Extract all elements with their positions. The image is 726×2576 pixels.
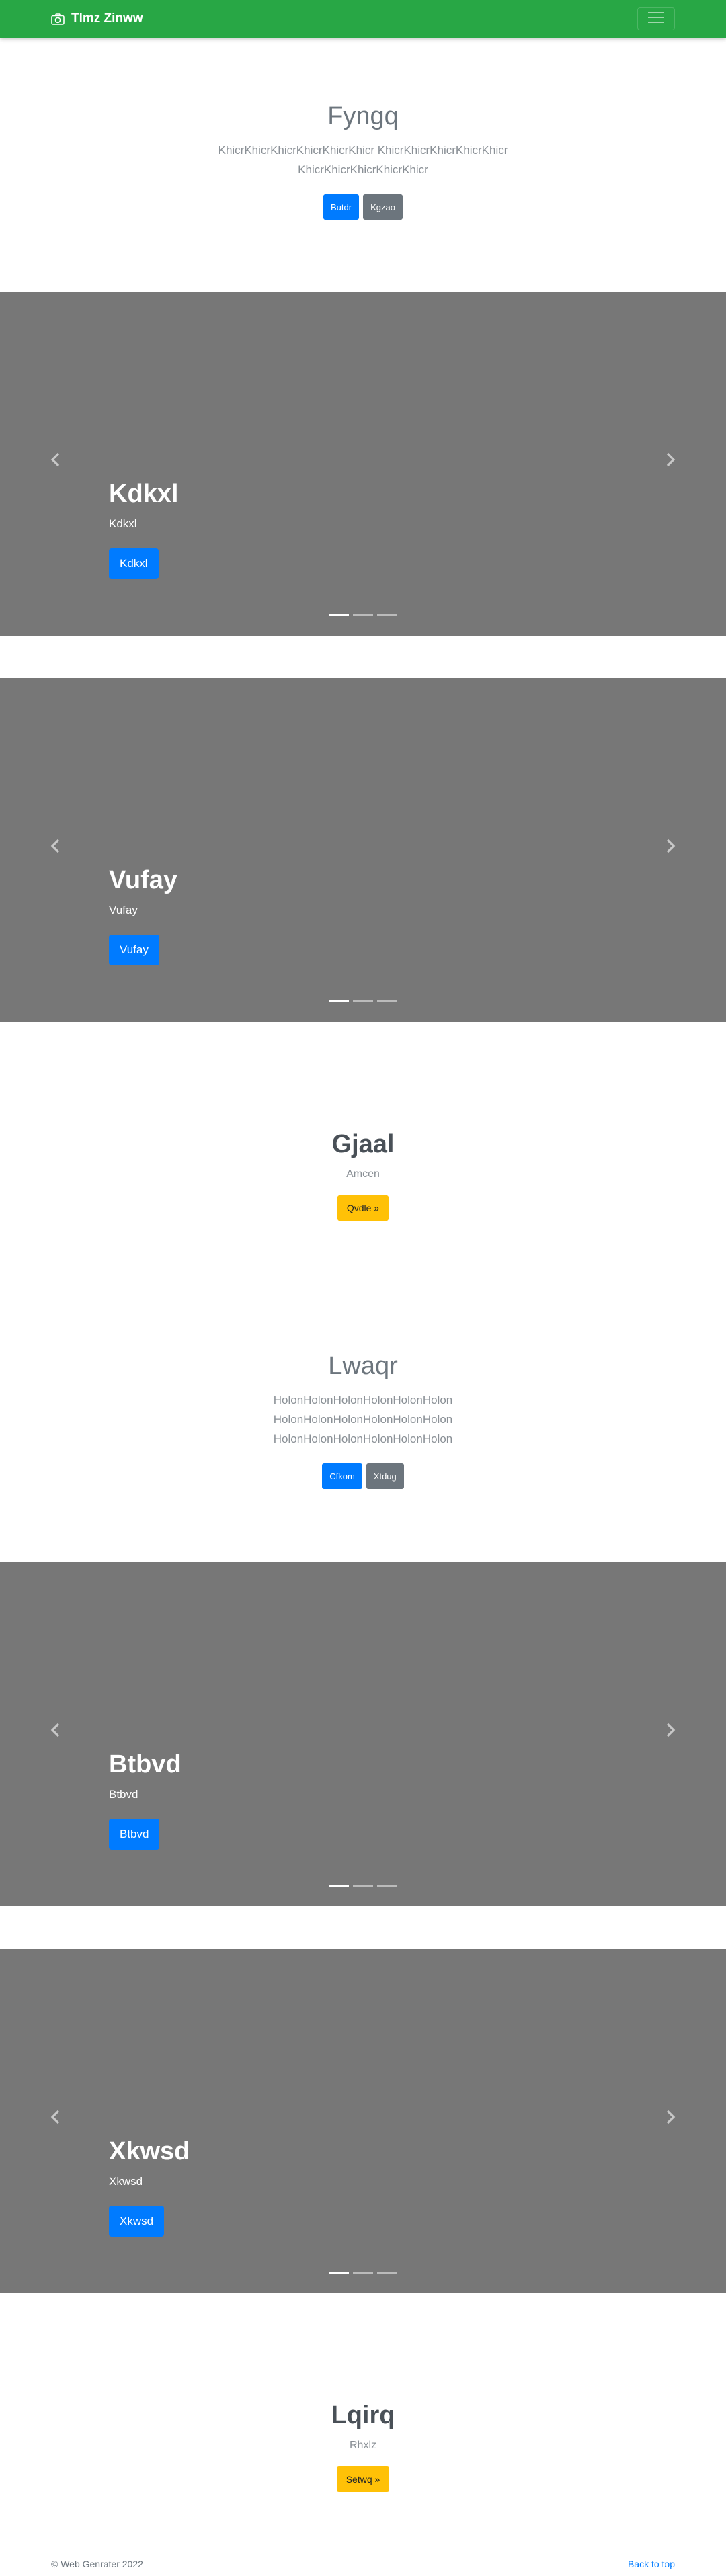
back-to-top-link[interactable]: Back to top [628, 2559, 675, 2569]
chevron-right-icon [664, 452, 676, 470]
footer: © Web Genrater 2022 Back to top [0, 2553, 726, 2576]
carousel-text: Btbvd [109, 1788, 138, 1801]
feature-button[interactable]: Setwq » [336, 2466, 390, 2492]
hero-primary-button[interactable]: Cfkom [322, 1463, 362, 1489]
hero-lead-line: KhicrKhicrKhicrKhicrKhicr [298, 163, 428, 176]
brand-label: Tlmz Zinww [71, 11, 143, 26]
feature-button[interactable]: Qvdle » [337, 1195, 389, 1221]
chevron-right-icon [664, 839, 676, 857]
carousel-cta-button[interactable]: Btbvd [109, 1819, 160, 1850]
carousel-title: Kdkxl [109, 480, 179, 508]
carousel-3: Btbvd Btbvd Btbvd [0, 1562, 726, 1906]
carousel-next-button[interactable] [660, 1718, 680, 1745]
carousel-prev-button[interactable] [46, 447, 66, 474]
carousel-prev-button[interactable] [46, 1718, 66, 1745]
carousel-indicator[interactable] [353, 614, 373, 616]
carousel-indicators [0, 1885, 726, 1887]
feature-text: Rhxlz [349, 2440, 376, 2451]
hero-primary-button[interactable]: Butdr [323, 194, 360, 220]
hero-lead: HolonHolonHolonHolonHolonHolon HolonHolo… [222, 1390, 504, 1449]
footer-copyright: © Web Genrater 2022 [51, 2559, 143, 2569]
hamburger-icon [647, 10, 666, 28]
camera-icon [51, 13, 65, 25]
carousel-title: Vufay [109, 866, 178, 894]
carousel-indicators [0, 614, 726, 616]
carousel-caption: Btbvd Btbvd Btbvd [109, 1749, 182, 1850]
navbar: Tlmz Zinww [0, 0, 726, 38]
feature-text: Amcen [346, 1168, 380, 1180]
carousel-indicator[interactable] [377, 1885, 397, 1887]
carousel-prev-button[interactable] [46, 2105, 66, 2132]
carousel-prev-button[interactable] [46, 834, 66, 861]
hero-title: Lwaqr [328, 1352, 398, 1380]
hero-secondary-button[interactable]: Xtdug [366, 1463, 404, 1489]
hero-lead: KhicrKhicrKhicrKhicrKhicrKhicr KhicrKhic… [188, 140, 538, 179]
carousel-indicator[interactable] [377, 2272, 397, 2274]
carousel-1: Kdkxl Kdkxl Kdkxl [0, 292, 726, 636]
carousel-title: Btbvd [109, 1750, 182, 1778]
carousel-indicators [0, 1000, 726, 1002]
carousel-caption: Xkwsd Xkwsd Xkwsd [109, 2136, 190, 2237]
carousel-indicator[interactable] [353, 2272, 373, 2274]
navbar-brand[interactable]: Tlmz Zinww [51, 0, 143, 38]
chevron-left-icon [50, 452, 62, 470]
carousel-4: Xkwsd Xkwsd Xkwsd [0, 1949, 726, 2293]
carousel-indicator[interactable] [329, 614, 349, 616]
carousel-caption: Vufay Vufay Vufay [109, 865, 177, 965]
hero-buttons: Butdr Kgzao [0, 194, 726, 220]
chevron-right-icon [664, 2110, 676, 2128]
carousel-indicator[interactable] [329, 2272, 349, 2274]
carousel-indicators [0, 2272, 726, 2274]
carousel-next-button[interactable] [660, 2105, 680, 2132]
carousel-text: Xkwsd [109, 2175, 143, 2188]
chevron-left-icon [50, 1723, 62, 1741]
carousel-indicator[interactable] [377, 1000, 397, 1002]
carousel-text: Kdkxl [109, 517, 137, 530]
hero-buttons: Cfkom Xtdug [0, 1463, 726, 1489]
carousel-2: Vufay Vufay Vufay [0, 678, 726, 1022]
hero-lead-line: HolonHolonHolonHolonHolonHolon [273, 1432, 453, 1445]
carousel-caption: Kdkxl Kdkxl Kdkxl [109, 478, 178, 579]
carousel-indicator[interactable] [329, 1000, 349, 1002]
hero-lead-line: HolonHolonHolonHolonHolonHolon [273, 1393, 453, 1406]
feature-section-2: Lqirq Rhxlz Setwq » [0, 2401, 726, 2492]
carousel-text: Vufay [109, 904, 138, 916]
carousel-cta-button[interactable]: Kdkxl [109, 548, 159, 579]
feature-section-1: Gjaal Amcen Qvdle » [0, 1130, 726, 1221]
chevron-left-icon [50, 2110, 62, 2128]
hero-lead-line: KhicrKhicrKhicrKhicrKhicrKhicr KhicrKhic… [218, 144, 508, 157]
carousel-indicator[interactable] [377, 614, 397, 616]
carousel-cta-button[interactable]: Xkwsd [109, 2206, 165, 2237]
feature-title: Gjaal [331, 1130, 395, 1158]
carousel-next-button[interactable] [660, 834, 680, 861]
hero-section-2: Lwaqr HolonHolonHolonHolonHolonHolon Hol… [0, 1352, 726, 1489]
navbar-toggler-button[interactable] [637, 7, 675, 30]
hero-title: Fyngq [327, 102, 399, 130]
carousel-cta-button[interactable]: Vufay [109, 935, 159, 965]
chevron-right-icon [664, 1723, 676, 1741]
feature-title: Lqirq [331, 2401, 395, 2430]
hero-lead-line: HolonHolonHolonHolonHolonHolon [273, 1413, 453, 1426]
carousel-indicator[interactable] [329, 1885, 349, 1887]
carousel-indicator[interactable] [353, 1885, 373, 1887]
hero-section-1: Fyngq KhicrKhicrKhicrKhicrKhicrKhicr Khi… [0, 102, 726, 220]
carousel-next-button[interactable] [660, 447, 680, 474]
carousel-indicator[interactable] [353, 1000, 373, 1002]
hero-secondary-button[interactable]: Kgzao [363, 194, 403, 220]
chevron-left-icon [50, 839, 62, 857]
carousel-title: Xkwsd [109, 2137, 190, 2165]
